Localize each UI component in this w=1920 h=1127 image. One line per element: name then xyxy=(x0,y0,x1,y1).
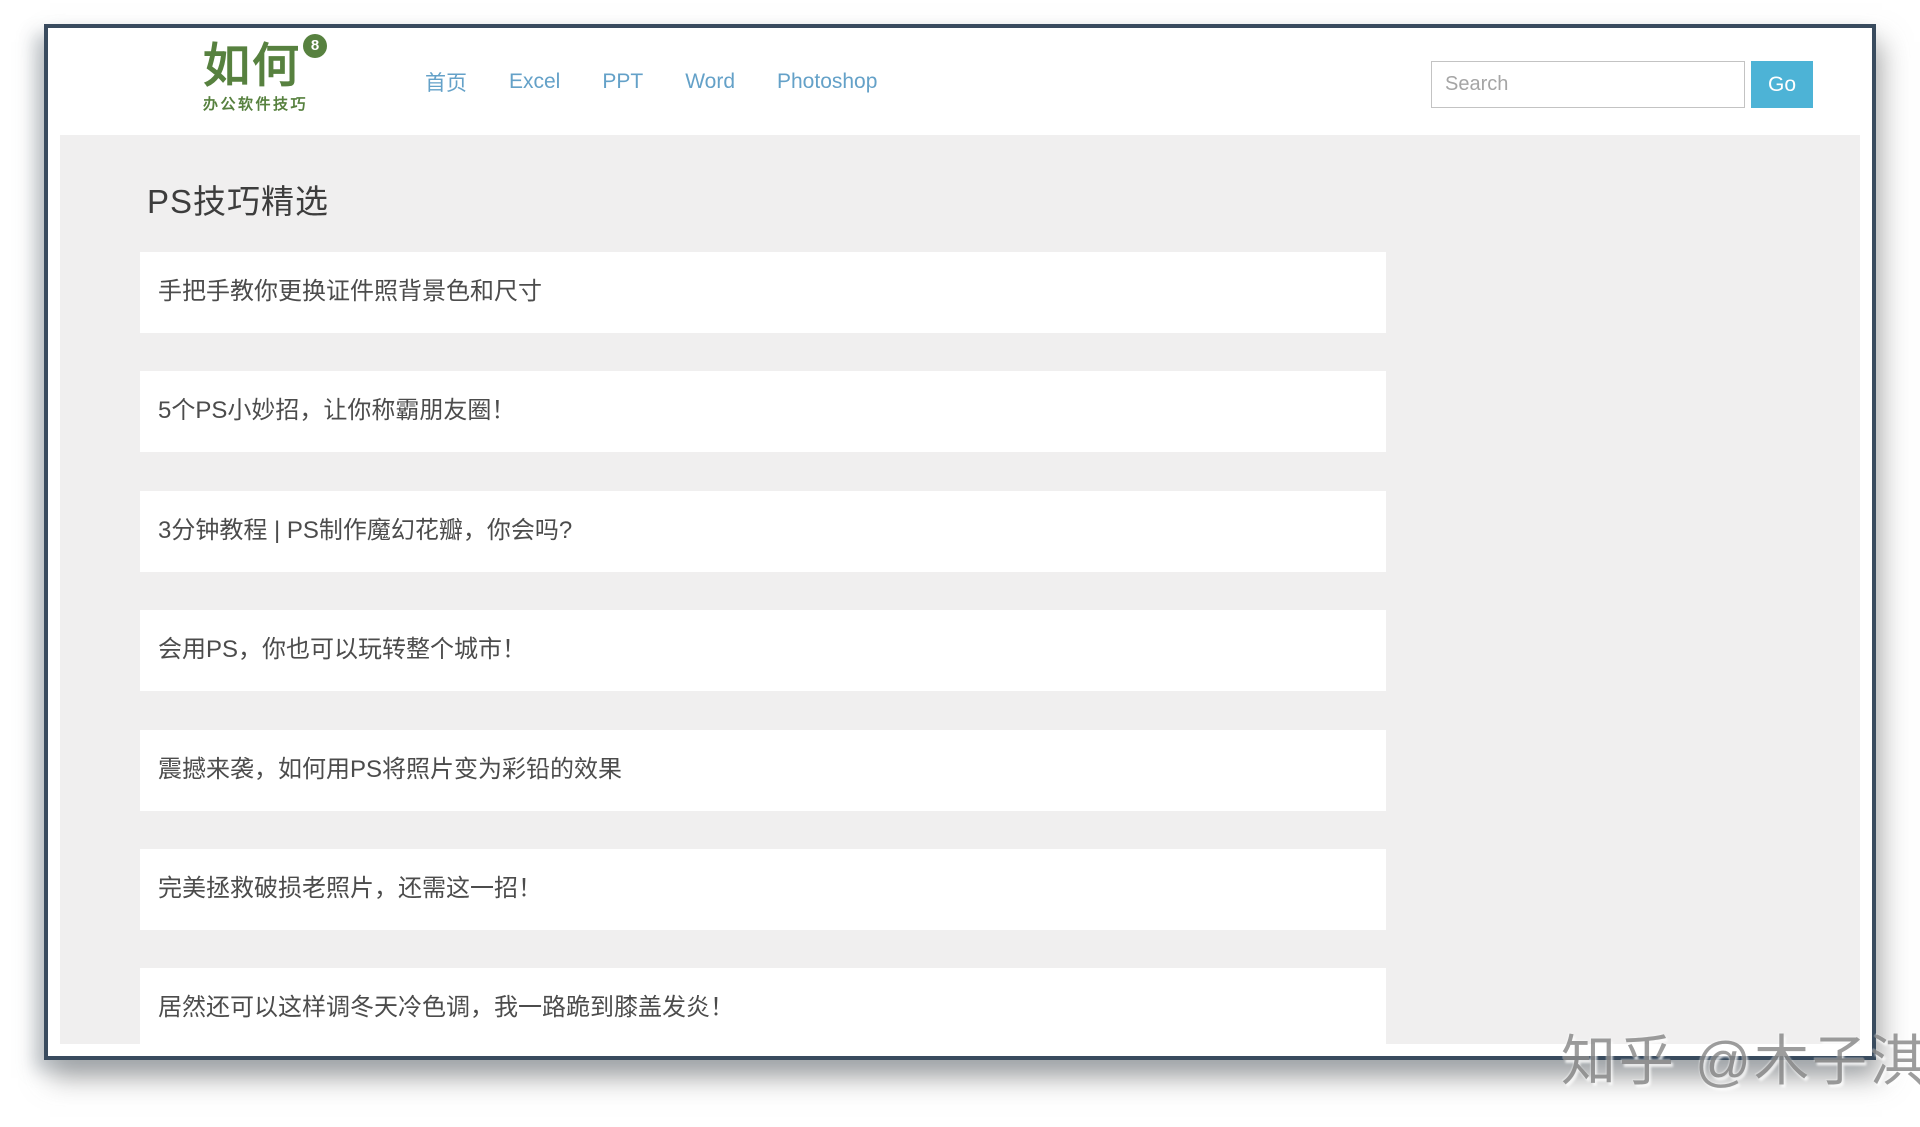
article-row[interactable]: 震撼来袭，如何用PS将照片变为彩铅的效果 xyxy=(140,730,1386,811)
logo-wordmark: 如何 xyxy=(203,39,301,92)
nav-item[interactable]: Excel xyxy=(509,70,560,94)
article-row[interactable]: 完美拯救破损老照片，还需这一招！ xyxy=(140,849,1386,930)
nav-item[interactable]: Word xyxy=(685,70,735,94)
logo-subtitle: 办公软件技巧 xyxy=(203,93,308,114)
nav-item[interactable]: PPT xyxy=(602,70,643,94)
article-row[interactable]: 会用PS，你也可以玩转整个城市！ xyxy=(140,610,1386,691)
content-panel: PS技巧精选 手把手教你更换证件照背景色和尺寸 5个PS小妙招，让你称霸朋友圈！… xyxy=(60,135,1860,1044)
article-title: 居然还可以这样调冬天冷色调，我一路跪到膝盖发炎！ xyxy=(140,968,1386,1022)
logo-badge-8: 8 xyxy=(303,34,327,58)
article-title: 5个PS小妙招，让你称霸朋友圈！ xyxy=(140,371,1386,425)
search-go-button[interactable]: Go xyxy=(1751,61,1813,108)
article-title: 手把手教你更换证件照背景色和尺寸 xyxy=(140,252,1386,306)
article-title: 完美拯救破损老照片，还需这一招！ xyxy=(140,849,1386,903)
site-header: 如何 8 办公软件技巧 首页 Excel PPT Word Photoshop Go xyxy=(48,28,1872,135)
nav-item[interactable]: 首页 xyxy=(425,67,467,97)
main-nav: 首页 Excel PPT Word Photoshop xyxy=(425,28,877,135)
article-row[interactable]: 5个PS小妙招，让你称霸朋友圈！ xyxy=(140,371,1386,452)
logo-text: 如何 8 xyxy=(203,42,301,89)
article-row[interactable]: 手把手教你更换证件照背景色和尺寸 xyxy=(140,252,1386,333)
article-title: 震撼来袭，如何用PS将照片变为彩铅的效果 xyxy=(140,730,1386,784)
article-row[interactable]: 3分钟教程 | PS制作魔幻花瓣，你会吗? xyxy=(140,491,1386,572)
article-row[interactable]: 居然还可以这样调冬天冷色调，我一路跪到膝盖发炎！ xyxy=(140,968,1386,1044)
site-logo[interactable]: 如何 8 办公软件技巧 xyxy=(203,42,308,114)
browser-window: 如何 8 办公软件技巧 首页 Excel PPT Word Photoshop Go P… xyxy=(44,24,1876,1060)
article-title: 3分钟教程 | PS制作魔幻花瓣，你会吗? xyxy=(140,491,1386,545)
page-title: PS技巧精选 xyxy=(147,175,329,223)
nav-item[interactable]: Photoshop xyxy=(777,70,877,94)
article-title: 会用PS，你也可以玩转整个城市！ xyxy=(140,610,1386,664)
search-input[interactable] xyxy=(1431,61,1745,108)
